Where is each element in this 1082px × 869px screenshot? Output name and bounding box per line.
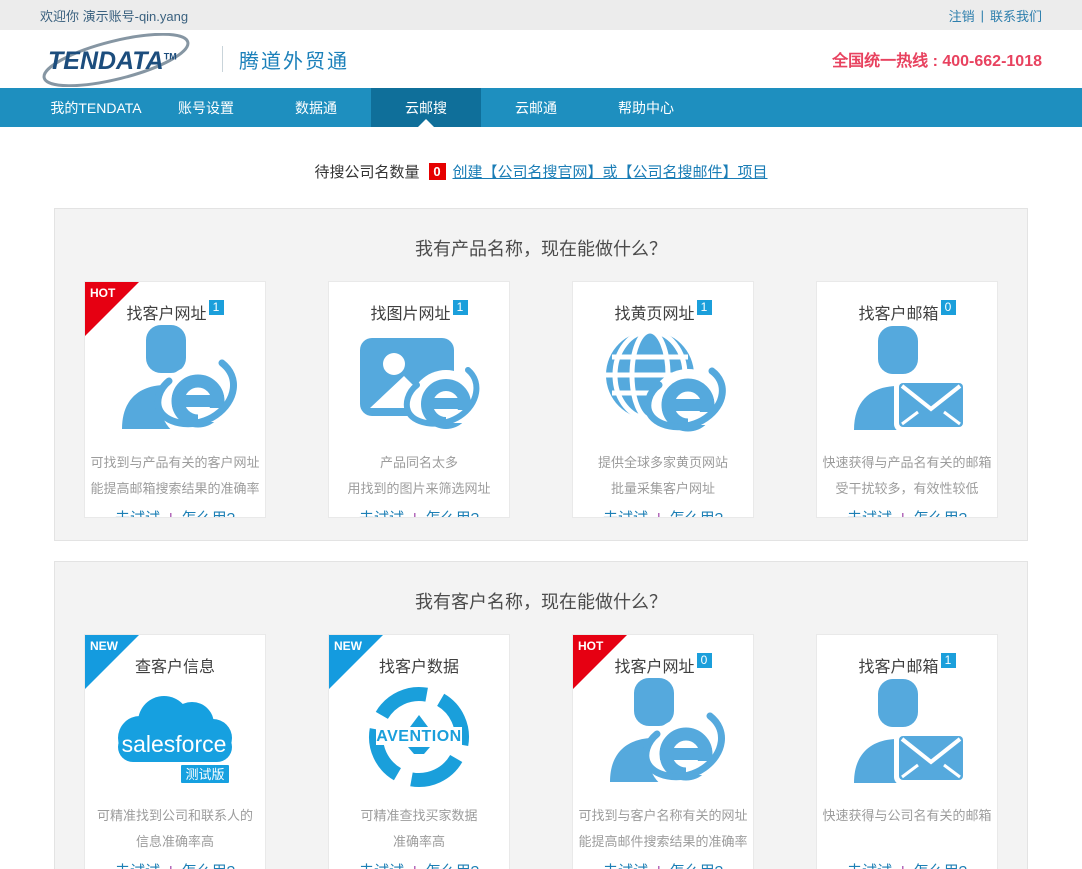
avention-logo: AVENTION <box>329 675 509 803</box>
trial-badge: 测试版 <box>185 767 224 782</box>
logo-wordmark: TENDATATM <box>48 47 177 76</box>
product-name: 腾道外贸通 <box>239 45 349 74</box>
nav-item-my-tendata[interactable]: 我的TENDATA <box>41 88 151 127</box>
topbar-links: 注销 | 联系我们 <box>949 6 1042 25</box>
card-find-yellowpage-website: 找黄页网址1 <box>572 281 754 518</box>
nav-item-account-settings[interactable]: 账号设置 <box>151 88 261 127</box>
card-links: 去试试|怎么用? <box>85 507 265 518</box>
svg-text:AVENTION: AVENTION <box>376 728 461 745</box>
card-title: 找图片网址1 <box>329 300 509 320</box>
card-title: 找黄页网址1 <box>573 300 753 320</box>
pending-company-label: 待搜公司名数量 <box>314 161 419 182</box>
card-description: 产品同名太多 用找到的图片来筛选网址 <box>329 450 509 502</box>
logout-link[interactable]: 注销 <box>949 6 975 25</box>
topbar-separator: | <box>981 8 984 23</box>
card-links: 去试试|怎么用? <box>329 860 509 869</box>
card-links: 去试试|怎么用? <box>329 507 509 518</box>
main-nav: 我的TENDATA 账号设置 数据通 云邮搜 云邮通 帮助中心 <box>0 88 1082 127</box>
count-badge: 1 <box>453 300 468 315</box>
how-to-link[interactable]: 怎么用? <box>670 510 723 518</box>
header-divider <box>222 46 223 72</box>
person-email-icon <box>817 322 997 450</box>
how-to-link[interactable]: 怎么用? <box>426 510 479 518</box>
nav-item-cloud-mail-pass[interactable]: 云邮通 <box>481 88 591 127</box>
card-links: 去试试|怎么用? <box>817 507 997 518</box>
try-link[interactable]: 去试试 <box>603 863 648 869</box>
header: TENDATATM 腾道外贸通 全国统一热线 : 400-662-1018 <box>0 30 1082 88</box>
card-links: 去试试|怎么用? <box>573 507 753 518</box>
hot-ribbon: HOT <box>85 282 139 336</box>
pending-count-badge: 0 <box>429 163 446 180</box>
nav-item-cloud-mail-search[interactable]: 云邮搜 <box>371 88 481 127</box>
count-badge: 0 <box>697 653 712 668</box>
tendata-logo: TENDATATM <box>40 32 216 86</box>
section-customer-name: 我有客户名称，现在能做什么？ NEW 查客户信息 salesforce 测试版 <box>54 561 1028 869</box>
section-title: 我有客户名称，现在能做什么？ <box>84 562 998 634</box>
active-tab-arrow <box>418 119 434 127</box>
section-product-name: 我有产品名称，现在能做什么？ HOT 找客户网址1 <box>54 208 1028 541</box>
count-badge: 1 <box>941 653 956 668</box>
card-find-image-website: 找图片网址1 产品同名太多 用找到的图片来筛选网址 去试试|怎么用? <box>328 281 510 518</box>
card-description: 可精准查找买家数据 准确率高 <box>329 803 509 855</box>
pending-company-bar: 待搜公司名数量 0 创建【公司名搜官网】或【公司名搜邮件】项目 <box>0 161 1082 182</box>
create-project-link[interactable]: 创建【公司名搜官网】或【公司名搜邮件】项目 <box>453 161 768 182</box>
try-link[interactable]: 去试试 <box>847 510 892 518</box>
card-title: 找客户邮箱0 <box>817 300 997 320</box>
count-badge: 1 <box>209 300 224 315</box>
card-find-customer-website: HOT 找客户网址1 可找到与产品有关的客户网址 能提高邮箱搜索结果的准 <box>84 281 266 518</box>
nav-item-help-center[interactable]: 帮助中心 <box>591 88 701 127</box>
try-link[interactable]: 去试试 <box>359 863 404 869</box>
card-description: 快速获得与公司名有关的邮箱 <box>817 803 997 855</box>
how-to-link[interactable]: 怎么用? <box>914 863 967 869</box>
card-description: 可找到与客户名称有关的网址 能提高邮件搜索结果的准确率 <box>573 803 753 855</box>
card-description: 快速获得与产品名有关的邮箱 受干扰较多，有效性较低 <box>817 450 997 502</box>
card-links: 去试试|怎么用? <box>817 860 997 869</box>
card-check-customer-info: NEW 查客户信息 salesforce 测试版 可精准找 <box>84 634 266 869</box>
how-to-link[interactable]: 怎么用? <box>182 510 235 518</box>
how-to-link[interactable]: 怎么用? <box>426 863 479 869</box>
try-link[interactable]: 去试试 <box>359 510 404 518</box>
hotline-number: 全国统一热线 : 400-662-1018 <box>832 47 1042 71</box>
person-email-icon <box>817 675 997 803</box>
card-find-customer-website-2: HOT 找客户网址0 可找到与客户名称有关的网址 能提高邮件搜索结果的准 <box>572 634 754 869</box>
card-find-customer-email-2: 找客户邮箱1 快速获得与公司名有关的邮箱 <box>816 634 998 869</box>
try-link[interactable]: 去试试 <box>847 863 892 869</box>
card-find-customer-email: 找客户邮箱0 快速获得与产品名有关的邮箱 受干扰较多，有效性较低 <box>816 281 998 518</box>
person-browser-icon <box>573 675 753 803</box>
person-browser-icon <box>85 322 265 450</box>
card-links: 去试试|怎么用? <box>85 860 265 869</box>
trademark: TM <box>164 52 177 62</box>
card-find-customer-data: NEW 找客户数据 AVENTION 可精准查找买家数据 准确率高 去试试|怎么… <box>328 634 510 869</box>
image-browser-icon <box>329 322 509 450</box>
salesforce-logo: salesforce 测试版 <box>85 675 265 803</box>
try-link[interactable]: 去试试 <box>603 510 648 518</box>
try-link[interactable]: 去试试 <box>115 510 160 518</box>
card-description: 可找到与产品有关的客户网址 能提高邮箱搜索结果的准确率 <box>85 450 265 502</box>
nav-item-data-pass[interactable]: 数据通 <box>261 88 371 127</box>
how-to-link[interactable]: 怎么用? <box>182 863 235 869</box>
globe-browser-icon <box>573 322 753 450</box>
hot-ribbon: HOT <box>573 635 627 689</box>
card-title: 找客户邮箱1 <box>817 653 997 673</box>
how-to-link[interactable]: 怎么用? <box>670 863 723 869</box>
contact-us-link[interactable]: 联系我们 <box>990 6 1042 25</box>
how-to-link[interactable]: 怎么用? <box>914 510 967 518</box>
top-utility-bar: 欢迎你 演示账号-qin.yang 注销 | 联系我们 <box>0 0 1082 30</box>
welcome-text: 欢迎你 演示账号-qin.yang <box>40 6 188 25</box>
card-links: 去试试|怎么用? <box>573 860 753 869</box>
card-description: 提供全球多家黄页网站 批量采集客户网址 <box>573 450 753 502</box>
svg-text:salesforce: salesforce <box>122 731 227 757</box>
card-description: 可精准找到公司和联系人的 信息准确率高 <box>85 803 265 855</box>
count-badge: 0 <box>941 300 956 315</box>
new-ribbon: NEW <box>329 635 383 689</box>
new-ribbon: NEW <box>85 635 139 689</box>
count-badge: 1 <box>697 300 712 315</box>
try-link[interactable]: 去试试 <box>115 863 160 869</box>
section-title: 我有产品名称，现在能做什么？ <box>84 209 998 281</box>
